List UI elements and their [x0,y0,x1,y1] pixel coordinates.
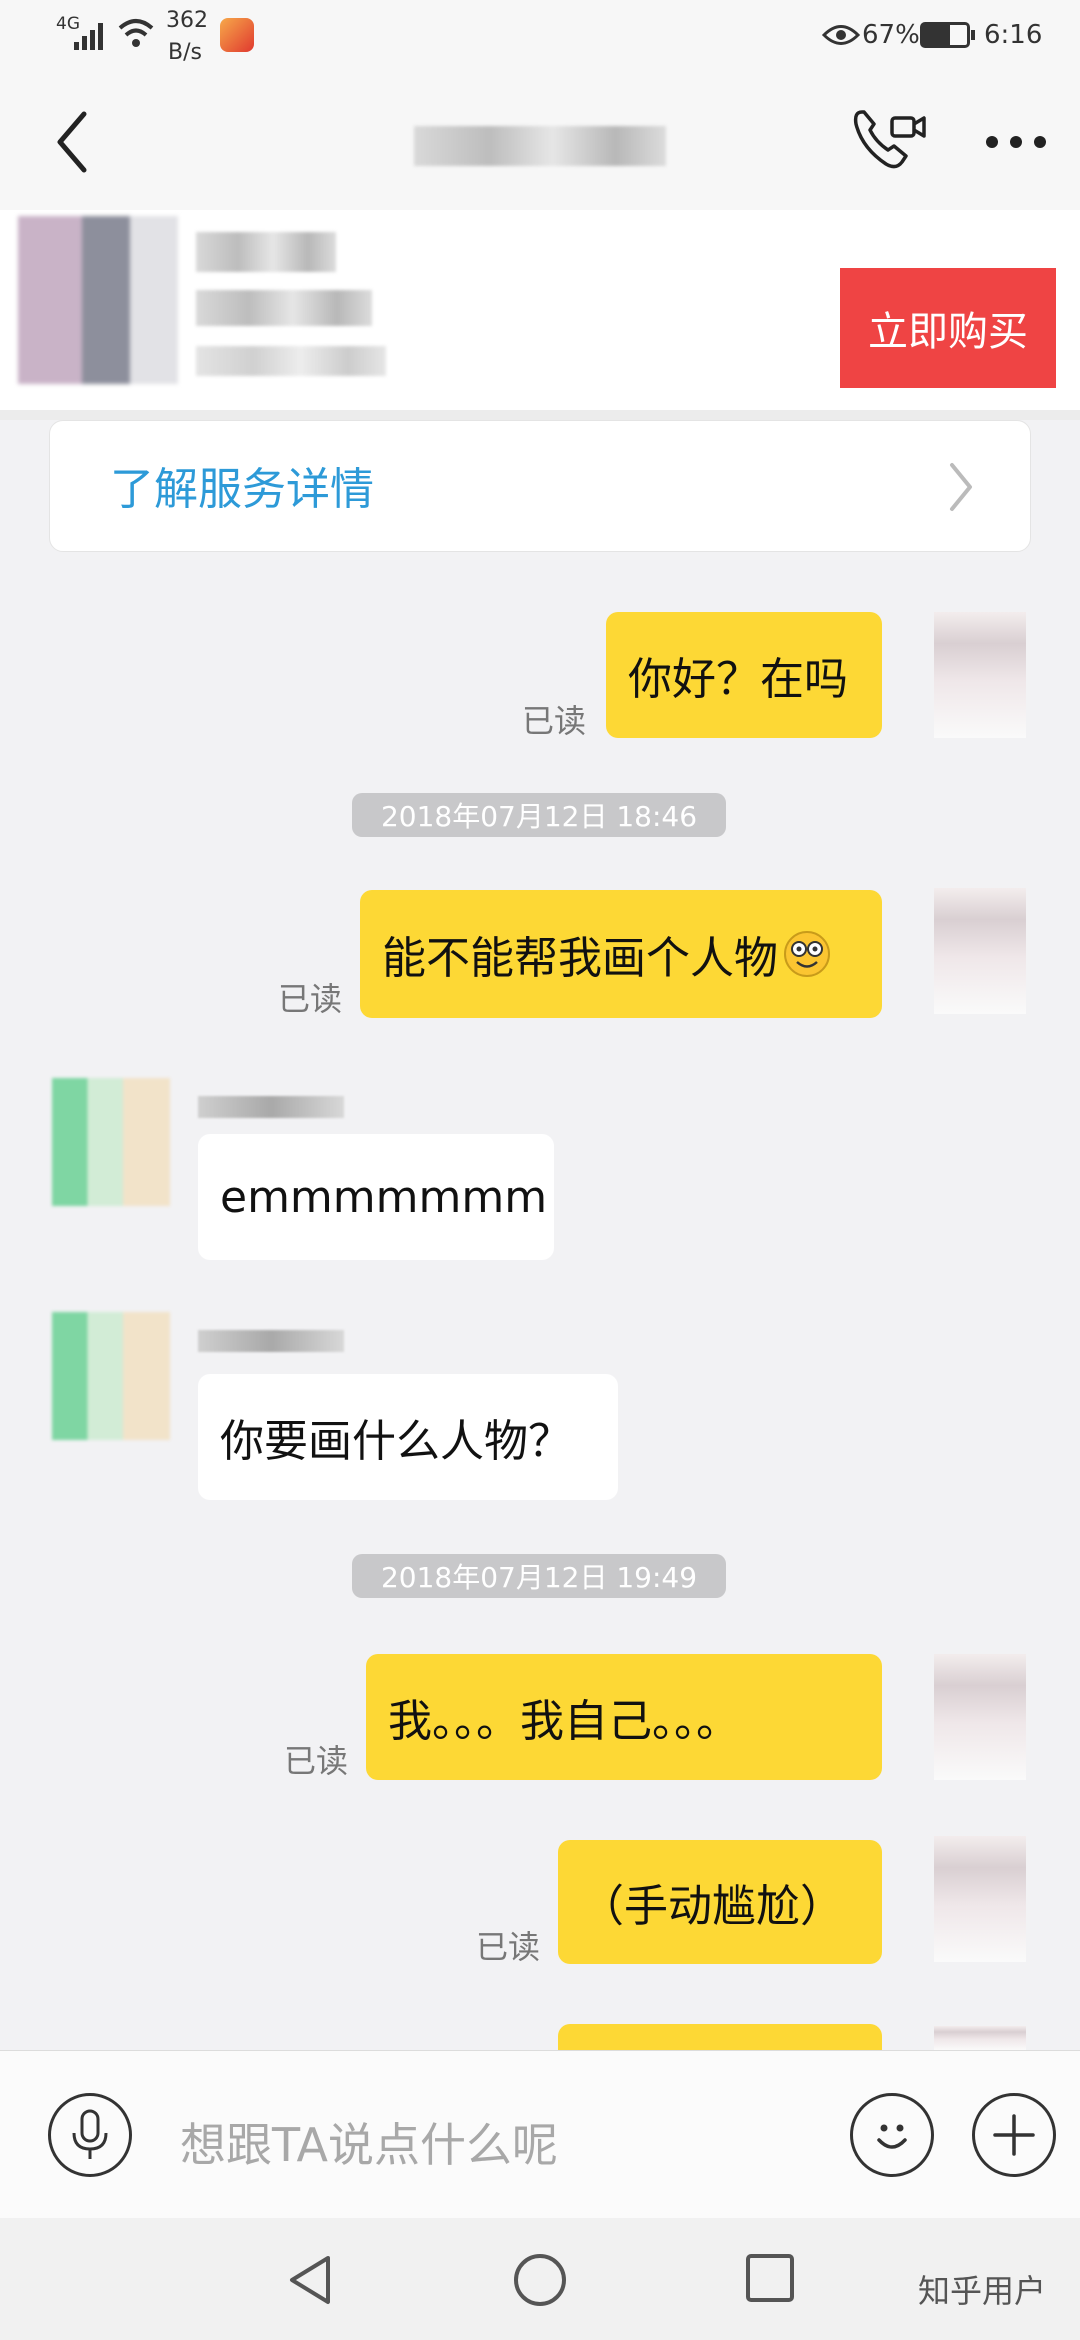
more-dots-icon[interactable] [984,132,1048,152]
message-bubble-outgoing[interactable]: 能不能帮我画个人物 [360,890,882,1018]
add-attachment-button[interactable] [972,2093,1056,2177]
system-nav-bar: 知乎用户 [0,2218,1080,2340]
clock: 6:16 [984,20,1043,50]
contact-name-redacted [414,126,666,166]
plus-icon [993,2114,1035,2156]
message-bubble-outgoing[interactable]: 你好？在吗 [606,612,882,738]
read-receipt: 已读 [476,1928,541,1966]
contact-avatar[interactable] [52,1078,170,1206]
contact-nickname-redacted [198,1330,344,1352]
message-bubble-outgoing[interactable]: （手动尴尬） [558,1840,882,1964]
battery-icon [920,22,970,48]
signal-icon [74,23,103,50]
zhihu-watermark: 知乎用户 [918,2272,1047,2310]
product-subtitle-redacted [196,290,372,326]
video-call-icon[interactable] [852,104,926,174]
message-bubble-outgoing-partial[interactable] [558,2024,882,2050]
message-input-bar: 想跟TA说点什么呢 [0,2050,1080,2219]
microphone-icon [72,2109,108,2159]
smiley-emoji-icon [784,931,830,977]
recents-square-icon[interactable] [744,2252,796,2304]
smiley-icon [877,2124,907,2149]
status-bar: 4G 362 B/s 67% 6:16 [0,0,1080,76]
battery-percent: 67% [862,20,920,50]
my-avatar[interactable] [934,612,1026,738]
message-bubble-outgoing[interactable]: 我。。。我自己。。。 [366,1654,882,1780]
read-receipt: 已读 [278,980,343,1018]
back-triangle-icon[interactable] [284,2252,336,2308]
battery-tip [971,30,975,40]
home-circle-icon[interactable] [512,2252,568,2308]
contact-avatar[interactable] [52,1312,170,1440]
contact-nickname-redacted [198,1096,344,1118]
product-card: 立即购买 [0,210,1080,420]
message-text: 能不能帮我画个人物 [382,933,778,984]
read-receipt: 已读 [522,702,587,740]
message-input[interactable]: 想跟TA说点什么呢 [180,2109,558,2175]
net-speed-unit: B/s [168,40,202,65]
chevron-right-icon [950,463,972,511]
wifi-icon [118,19,154,47]
my-avatar[interactable] [934,1654,1026,1780]
read-receipt: 已读 [284,1742,349,1780]
product-meta-redacted [196,346,386,376]
voice-button[interactable] [48,2093,132,2177]
emoji-button[interactable] [850,2093,934,2177]
product-title-redacted [196,232,336,272]
service-details-link[interactable]: 了解服务详情 [110,453,374,517]
product-thumbnail[interactable] [18,216,178,384]
my-avatar[interactable] [934,2026,1026,2050]
service-details-card[interactable]: 了解服务详情 [49,420,1031,552]
timestamp: 2018年07月12日 18:46 [352,793,726,837]
eye-icon [822,25,860,45]
chevron-left-icon[interactable] [52,110,92,174]
net-speed-value: 362 [166,8,208,33]
timestamp: 2018年07月12日 19:49 [352,1554,726,1598]
app-notification-icon [220,18,254,52]
message-bubble-incoming[interactable]: 你要画什么人物？ [198,1374,618,1500]
my-avatar[interactable] [934,1836,1026,1962]
chat-header [0,76,1080,210]
my-avatar[interactable] [934,888,1026,1014]
message-bubble-incoming[interactable]: emmmmmmm [198,1134,554,1260]
buy-now-button[interactable]: 立即购买 [840,268,1056,388]
